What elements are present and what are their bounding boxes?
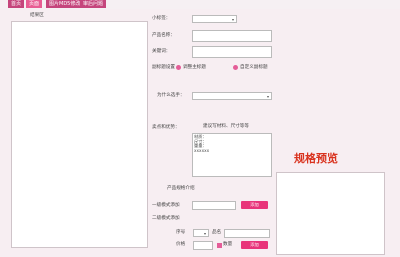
result-area-panel xyxy=(11,21,148,248)
tab-home[interactable]: 首页 xyxy=(8,0,25,8)
name-input[interactable] xyxy=(224,229,270,238)
radio-custom-subtitle[interactable] xyxy=(233,65,238,70)
title-setting-label: 副标题设置 xyxy=(152,65,175,70)
name-label: 品名 xyxy=(212,230,222,235)
level2-add-label: 二级模式添加 xyxy=(152,216,180,221)
tab-page[interactable]: 页面 xyxy=(26,0,43,8)
level1-add-label: 一级模式添加 xyxy=(152,203,180,208)
stock-checkbox[interactable] xyxy=(217,243,222,248)
small-tag-select[interactable]: ▾ xyxy=(192,15,237,23)
serial-select[interactable]: ▾ xyxy=(193,229,209,237)
top-nav-bar: 首页 页面 图片MD5修改 审后问题 xyxy=(0,0,400,9)
level2-add-button[interactable]: 添加 xyxy=(241,241,268,249)
tab-review-issues[interactable]: 审后问题 xyxy=(80,0,107,8)
suggestion-text: 建议写材料、尺寸等等 xyxy=(203,124,249,129)
why-choose-select[interactable]: ▾ xyxy=(192,92,272,100)
chevron-down-icon: ▾ xyxy=(231,17,234,22)
price-label: 价格 xyxy=(176,242,186,247)
result-area-label: 结果区 xyxy=(30,13,44,18)
keywords-input[interactable] xyxy=(192,46,272,58)
level1-add-input[interactable] xyxy=(192,201,236,210)
level1-add-button[interactable]: 添加 xyxy=(241,201,268,209)
selling-points-textarea[interactable]: 材质： 尺寸： 重量： xxxxxx xyxy=(192,133,272,177)
selling-points-label: 卖点和优势： xyxy=(152,125,180,130)
keywords-label: 关键词： xyxy=(152,49,171,54)
product-name-label: 产品名称： xyxy=(152,33,175,38)
stock-label: 数量 xyxy=(223,242,233,247)
why-choose-label: 为什么选手： xyxy=(157,93,185,98)
product-name-input[interactable] xyxy=(192,30,272,42)
chevron-down-icon: ▾ xyxy=(266,94,269,99)
price-input[interactable] xyxy=(193,241,213,250)
radio-custom-subtitle-label: 自定义副标题 xyxy=(240,65,268,70)
spec-preview-panel xyxy=(276,172,385,255)
spec-preview-title: 规格预览 xyxy=(294,152,338,165)
specs-intro-label: 产品规格介绍 xyxy=(167,186,195,191)
chevron-down-icon: ▾ xyxy=(203,231,206,236)
radio-adjust-main-title[interactable] xyxy=(176,65,181,70)
radio-adjust-main-title-label: 调整主标题 xyxy=(183,65,206,70)
small-tag-label: 小标签： xyxy=(152,16,171,21)
tab-image-md5[interactable]: 图片MD5修改 xyxy=(46,0,84,8)
serial-label: 序号 xyxy=(176,230,186,235)
